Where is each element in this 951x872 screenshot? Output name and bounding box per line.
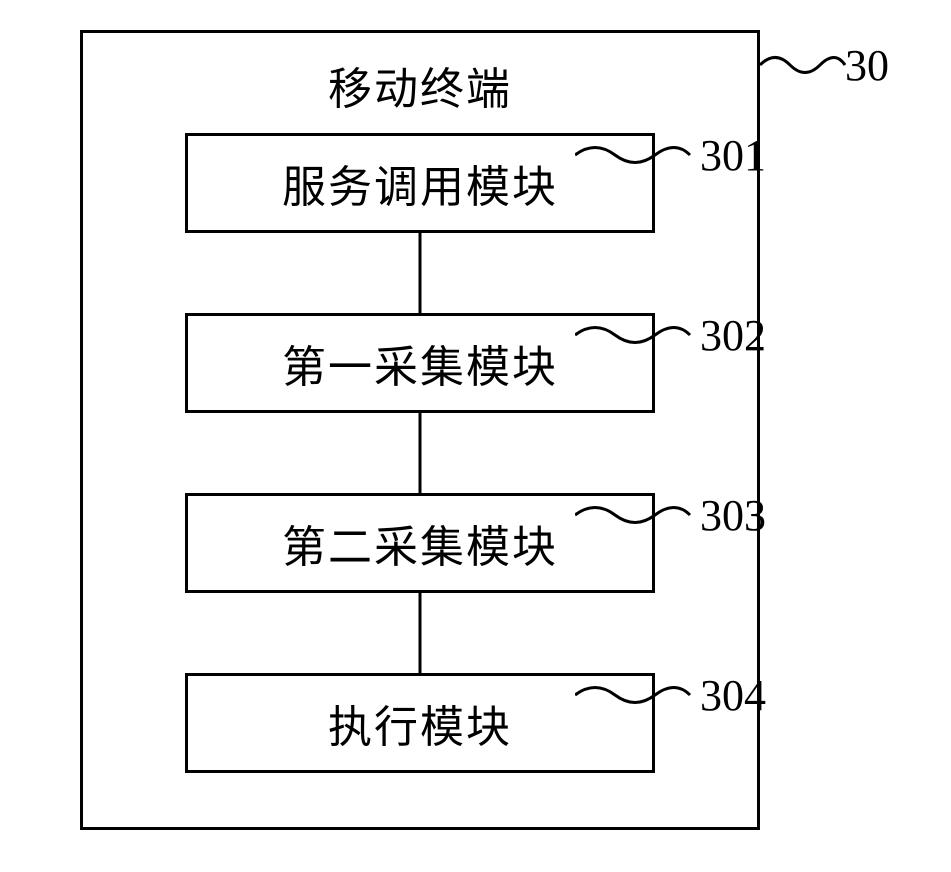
module-label: 第二采集模块 (282, 511, 558, 575)
leader-line-icon (575, 320, 695, 350)
leader-line-icon (575, 680, 695, 710)
reference-label: 302 (700, 310, 766, 361)
connector-line (419, 233, 422, 313)
container-title: 移动终端 (328, 53, 512, 117)
reference-label: 301 (700, 130, 766, 181)
leader-line-icon (575, 140, 695, 170)
leader-line-icon (760, 50, 850, 80)
module-label: 执行模块 (328, 691, 512, 755)
reference-label: 303 (700, 490, 766, 541)
connector-line (419, 593, 422, 673)
module-label: 第一采集模块 (282, 331, 558, 395)
reference-label: 30 (845, 40, 889, 91)
module-label: 服务调用模块 (282, 151, 558, 215)
reference-label: 304 (700, 670, 766, 721)
connector-line (419, 413, 422, 493)
leader-line-icon (575, 500, 695, 530)
